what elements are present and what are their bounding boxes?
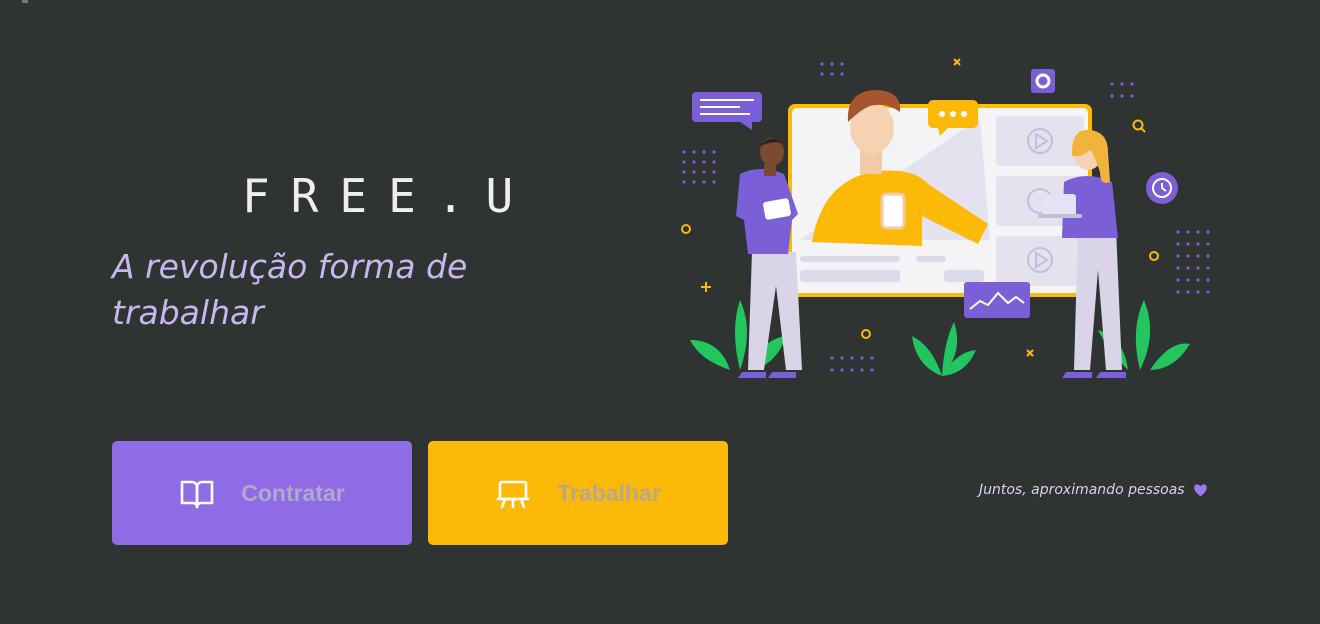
- presentation-board-icon: [495, 475, 531, 511]
- footer-note: Juntos, aproximando pessoas: [979, 482, 1208, 498]
- hero-tagline: A revolução forma de trabalhar: [112, 247, 468, 332]
- brand-logo: FREE.U: [242, 169, 535, 223]
- hero-illustration: [681, 58, 1210, 378]
- dot-grid-bottom: [830, 356, 874, 372]
- footer-note-text: Juntos, aproximando pessoas: [979, 482, 1185, 498]
- dot-grid-top: [820, 62, 844, 76]
- dot-grid-right: [1176, 230, 1210, 294]
- hire-button[interactable]: Contratar: [112, 441, 412, 545]
- work-button[interactable]: Trabalhar: [428, 441, 728, 545]
- dot-grid-left: [682, 150, 716, 184]
- work-button-label: Trabalhar: [557, 479, 661, 506]
- hire-button-label: Contratar: [241, 479, 345, 506]
- corner-mark: [22, 0, 28, 3]
- book-open-icon: [179, 475, 215, 511]
- heart-icon: [1193, 483, 1208, 497]
- dot-grid-top-right: [1110, 82, 1134, 98]
